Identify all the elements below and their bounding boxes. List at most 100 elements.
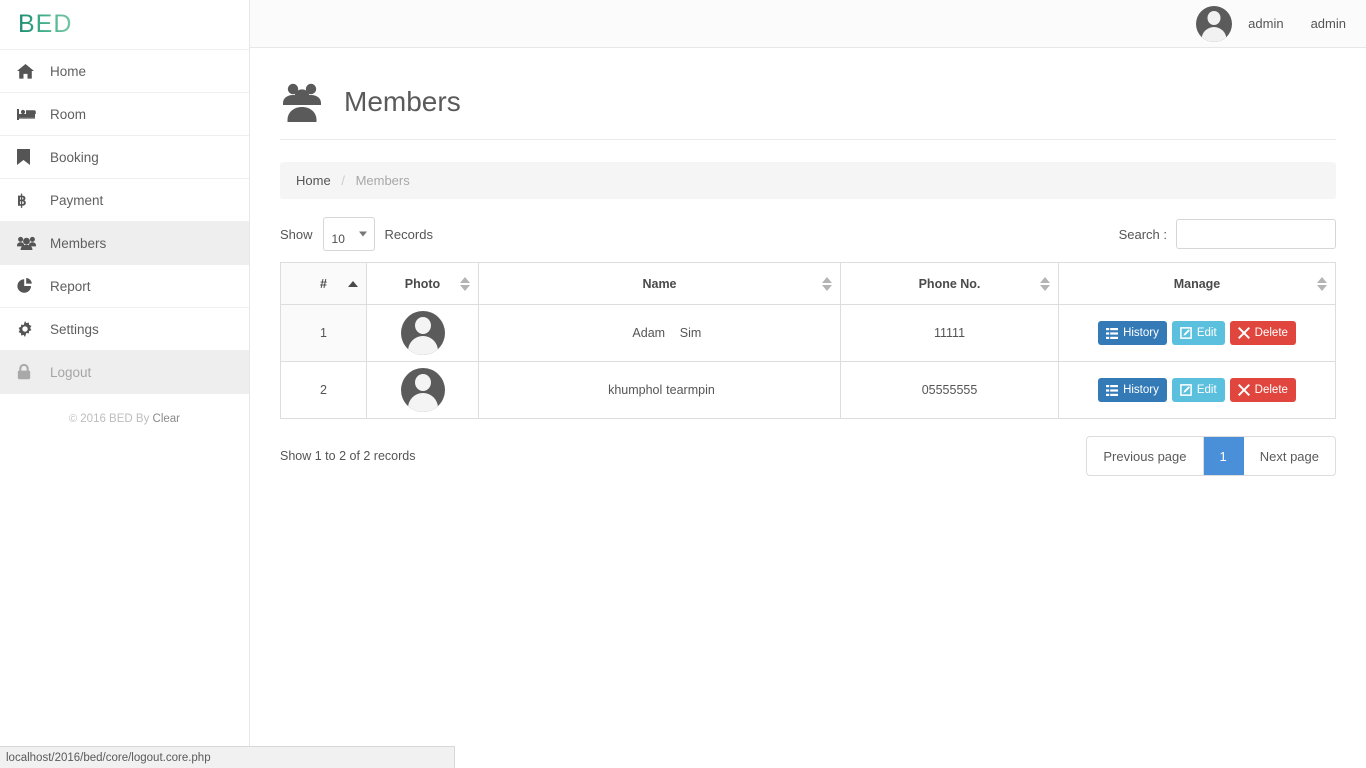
list-icon — [1106, 328, 1123, 339]
times-icon — [1238, 327, 1255, 339]
sidebar-item-report[interactable]: Report — [0, 265, 249, 308]
breadcrumb-current: Members — [356, 173, 410, 188]
column-header-name[interactable]: Name — [479, 263, 841, 305]
sidebar: BED Home Room Booking ฿ Payment Members Report… — [0, 0, 250, 768]
column-header-#[interactable]: # — [281, 263, 367, 305]
sidebar-item-room[interactable]: Room — [0, 93, 249, 136]
delete-button[interactable]: Delete — [1230, 321, 1296, 345]
user-first-name: admin — [1248, 16, 1283, 31]
member-first-name: khumphol — [604, 383, 666, 397]
list-icon — [1106, 385, 1123, 396]
member-first-name: Adam — [618, 326, 680, 340]
cell-phone: 05555555 — [841, 362, 1059, 419]
history-button[interactable]: History — [1098, 321, 1167, 345]
history-button[interactable]: History — [1098, 378, 1167, 402]
column-header-phoneno[interactable]: Phone No. — [841, 263, 1059, 305]
app-root: BED Home Room Booking ฿ Payment Members Report… — [0, 0, 1366, 768]
breadcrumb-separator: / — [341, 173, 345, 188]
column-header-label: Manage — [1174, 277, 1221, 291]
sidebar-item-label: Room — [50, 107, 86, 122]
sidebar-item-logout[interactable]: Logout — [0, 351, 249, 394]
button-label: Delete — [1255, 384, 1288, 396]
cell-index: 1 — [281, 305, 367, 362]
pencil-square-icon — [1180, 327, 1197, 339]
page-button-1[interactable]: 1 — [1204, 437, 1244, 475]
cell-manage: History Edit Delete — [1059, 362, 1336, 419]
column-header-manage[interactable]: Manage — [1059, 263, 1336, 305]
sort-indicator-icon[interactable] — [1040, 277, 1050, 291]
edit-button[interactable]: Edit — [1172, 378, 1225, 402]
previous-page-button[interactable]: Previous page — [1087, 437, 1203, 475]
bed-icon — [17, 105, 39, 123]
search-input[interactable] — [1176, 219, 1336, 249]
sidebar-item-booking[interactable]: Booking — [0, 136, 249, 179]
edit-button[interactable]: Edit — [1172, 321, 1225, 345]
baht-icon: ฿ — [17, 191, 39, 209]
cell-photo — [367, 362, 479, 419]
status-bar-url: localhost/2016/bed/core/logout.core.php — [6, 752, 211, 764]
next-page-button[interactable]: Next page — [1244, 437, 1335, 475]
times-icon — [1238, 384, 1255, 396]
column-header-photo[interactable]: Photo — [367, 263, 479, 305]
page-length-control: Show 10 Records — [280, 217, 433, 251]
table-controls: Show 10 Records Search : — [280, 217, 1336, 251]
lock-icon — [17, 363, 39, 381]
sidebar-item-home[interactable]: Home — [0, 50, 249, 93]
sort-indicator-icon[interactable] — [1317, 277, 1327, 291]
column-header-label: Photo — [405, 277, 440, 291]
users-icon — [17, 234, 39, 252]
chevron-down-icon — [359, 232, 367, 237]
search-label: Search : — [1119, 227, 1167, 242]
main-content: Members Home / Members Show 10 Records S… — [250, 48, 1366, 768]
pencil-square-icon — [1180, 384, 1197, 396]
button-label: Edit — [1197, 384, 1217, 396]
page-size-value: 10 — [332, 232, 345, 246]
author-link[interactable]: Clear — [153, 413, 180, 425]
bookmark-icon — [17, 148, 39, 166]
user-avatar-icon — [401, 311, 445, 355]
cell-name: khumpholtearmpin — [479, 362, 841, 419]
user-second-name: admin — [1311, 16, 1346, 31]
sort-indicator-icon[interactable] — [822, 277, 832, 291]
search-control: Search : — [1119, 219, 1336, 249]
delete-button[interactable]: Delete — [1230, 378, 1296, 402]
table-row: 2khumpholtearmpin05555555HistoryEditDele… — [281, 362, 1336, 419]
cell-index: 2 — [281, 362, 367, 419]
page-header: Members — [280, 82, 1336, 140]
page-size-select[interactable]: 10 — [323, 217, 375, 251]
user-avatar-icon — [401, 368, 445, 412]
sidebar-item-label: Home — [50, 64, 86, 79]
table-body: 1AdamSim11111HistoryEditDelete2khumpholt… — [281, 305, 1336, 419]
home-icon — [17, 62, 39, 80]
svg-text:฿: ฿ — [17, 194, 27, 209]
sidebar-item-payment[interactable]: ฿ Payment — [0, 179, 249, 222]
button-label: Edit — [1197, 327, 1217, 339]
cell-name: AdamSim — [479, 305, 841, 362]
member-last-name: tearmpin — [666, 383, 715, 397]
topbar: admin admin — [250, 0, 1366, 48]
copyright-icon: © — [69, 413, 77, 425]
user-menu[interactable]: admin admin — [1196, 6, 1346, 42]
sidebar-item-label: Logout — [50, 365, 91, 380]
show-label: Show — [280, 227, 313, 242]
breadcrumb-home[interactable]: Home — [296, 173, 331, 188]
sidebar-item-label: Settings — [50, 322, 99, 337]
sort-indicator-icon[interactable] — [348, 281, 358, 287]
button-label: History — [1123, 327, 1159, 339]
sidebar-item-label: Payment — [50, 193, 103, 208]
sort-indicator-icon[interactable] — [460, 277, 470, 291]
table-header-row: # Photo NamePhone No. Manage — [281, 263, 1336, 305]
record-info: Show 1 to 2 of 2 records — [280, 449, 416, 463]
breadcrumb: Home / Members — [280, 162, 1336, 199]
sidebar-item-settings[interactable]: Settings — [0, 308, 249, 351]
gear-icon — [17, 320, 39, 338]
pagination: Previous page 1 Next page — [1086, 436, 1336, 476]
sidebar-item-label: Members — [50, 236, 106, 251]
column-header-label: # — [320, 277, 327, 291]
brand-logo[interactable]: BED — [0, 0, 249, 50]
sidebar-item-members[interactable]: Members — [0, 222, 249, 265]
pie-chart-icon — [17, 277, 39, 295]
cell-photo — [367, 305, 479, 362]
table-footer: Show 1 to 2 of 2 records Previous page 1… — [280, 436, 1336, 476]
button-label: History — [1123, 384, 1159, 396]
